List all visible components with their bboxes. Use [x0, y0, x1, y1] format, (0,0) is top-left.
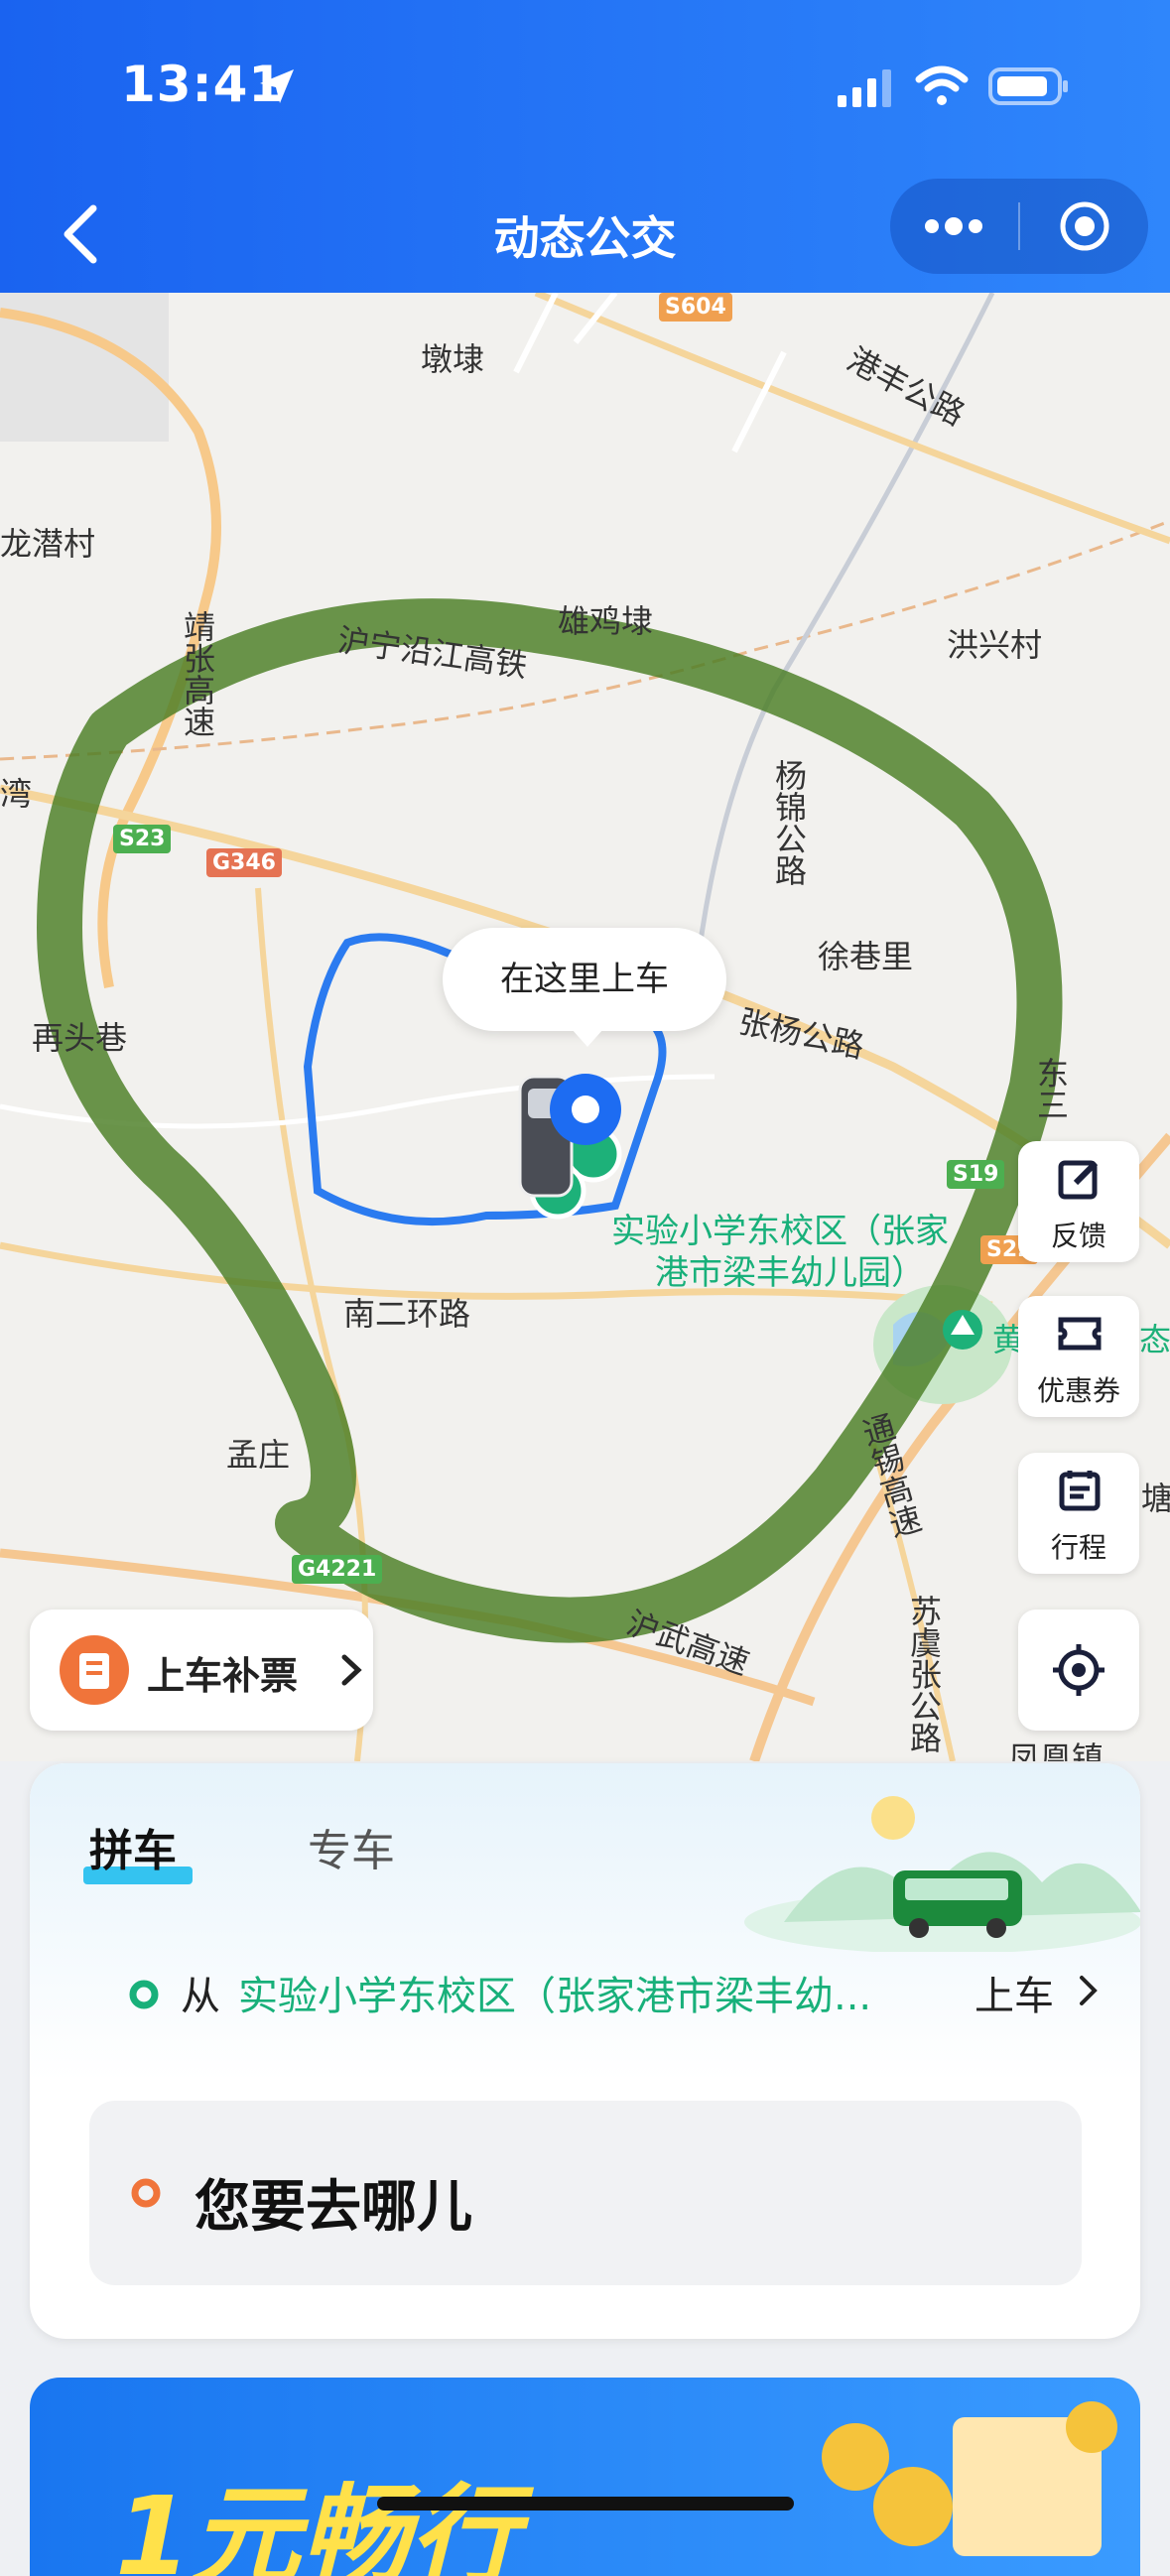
coupon-label: 优惠券	[1036, 1374, 1120, 1407]
road-badge: S19	[947, 1160, 1005, 1189]
bus-illustration	[744, 1796, 1140, 1952]
chevron-right-icon	[341, 1654, 362, 1686]
map-label: 杨锦公路	[770, 759, 808, 886]
map-label: 墩埭	[421, 340, 485, 378]
signal-icon	[838, 69, 891, 107]
map-label: 湾	[0, 775, 33, 813]
map-label: 再头巷	[32, 1019, 128, 1057]
location-arrow-icon	[260, 69, 294, 103]
nav-bar: 动态公交	[0, 179, 1170, 293]
map-label: 龙潜村	[0, 525, 96, 563]
road-badge: S604	[659, 293, 732, 322]
locate-icon	[1053, 1644, 1105, 1696]
coins-illustration	[822, 2401, 1117, 2556]
map-label: 洪兴村	[947, 626, 1043, 664]
map-label: 态	[1139, 1321, 1170, 1358]
road-badge: G346	[206, 848, 282, 877]
calendar-icon	[1059, 1471, 1101, 1511]
booking-card: 拼车 专车 从 实验小学东校区（张家港市梁丰幼... 上车 您要去哪儿	[30, 1763, 1140, 2339]
coupon-icon	[1058, 1317, 1102, 1351]
road-badge: S23	[113, 825, 172, 853]
from-prefix: 从	[181, 1974, 220, 2019]
map-label: 塘杉	[1141, 1480, 1170, 1517]
map-label: 苏虞张公路	[905, 1595, 943, 1753]
pickup-bubble: 在这里上车	[443, 928, 726, 1047]
destination-dot-icon	[131, 2178, 161, 2208]
home-indicator	[377, 2497, 794, 2511]
map-label: 雄鸡埭	[558, 602, 654, 640]
road-badge: G4221	[292, 1555, 383, 1584]
map-label: 南二环路	[343, 1295, 471, 1333]
close-program-button[interactable]	[1021, 179, 1148, 274]
target-circle-icon	[1060, 201, 1109, 251]
tab-private-car[interactable]: 专车	[308, 1815, 395, 1878]
mini-program-capsule	[890, 179, 1148, 274]
more-dots-icon	[925, 217, 982, 235]
wifi-icon	[915, 65, 969, 105]
map-label: 凤凰镇	[1008, 1739, 1105, 1761]
ticket-label: 上车补票	[147, 1654, 299, 1698]
status-bar: 13:41	[0, 0, 1170, 179]
map-label: 东三	[1032, 1057, 1070, 1120]
tab-carpool[interactable]: 拼车	[89, 1815, 177, 1878]
ticket-button[interactable]: 上车补票	[30, 1610, 373, 1731]
more-button[interactable]	[890, 179, 1017, 274]
promo-banner[interactable]: 1元畅行	[30, 2378, 1140, 2576]
pickup-action: 上车	[975, 1974, 1054, 2019]
destination-placeholder: 您要去哪儿	[195, 2175, 472, 2240]
locate-button[interactable]	[1018, 1610, 1139, 1731]
trip-label: 行程	[1050, 1531, 1106, 1564]
stop-name-label: 港市梁丰幼儿园）	[655, 1253, 925, 1293]
capsule-divider	[1018, 202, 1020, 250]
pickup-place: 实验小学东校区（张家港市梁丰幼...	[238, 1974, 872, 2019]
map-view[interactable]: 墩埭 港丰公路 龙潜村 雄鸡埭 沪宁沿江高铁 洪兴村 靖张高速 杨锦公路 徐巷里…	[0, 293, 1170, 1761]
battery-icon	[988, 67, 1068, 105]
trip-button[interactable]: 行程	[1018, 1453, 1139, 1574]
edit-icon	[1058, 1160, 1099, 1200]
map-label: 徐巷里	[818, 938, 914, 975]
coupon-button[interactable]: 优惠券	[1018, 1296, 1139, 1417]
pickup-row[interactable]: 从 实验小学东校区（张家港市梁丰幼... 上车	[129, 1962, 1102, 2021]
pickup-dot-icon	[129, 1980, 159, 2009]
chevron-right-icon	[1080, 1976, 1098, 2005]
map-label: 靖张高速	[179, 610, 216, 737]
feedback-button[interactable]: 反馈	[1018, 1141, 1139, 1262]
map-label: 孟庄	[226, 1436, 291, 1474]
ticket-icon	[60, 1635, 129, 1705]
destination-input[interactable]: 您要去哪儿	[89, 2101, 1082, 2285]
promo-text: 1元畅行	[115, 2473, 519, 2576]
feedback-label: 反馈	[1050, 1220, 1106, 1252]
